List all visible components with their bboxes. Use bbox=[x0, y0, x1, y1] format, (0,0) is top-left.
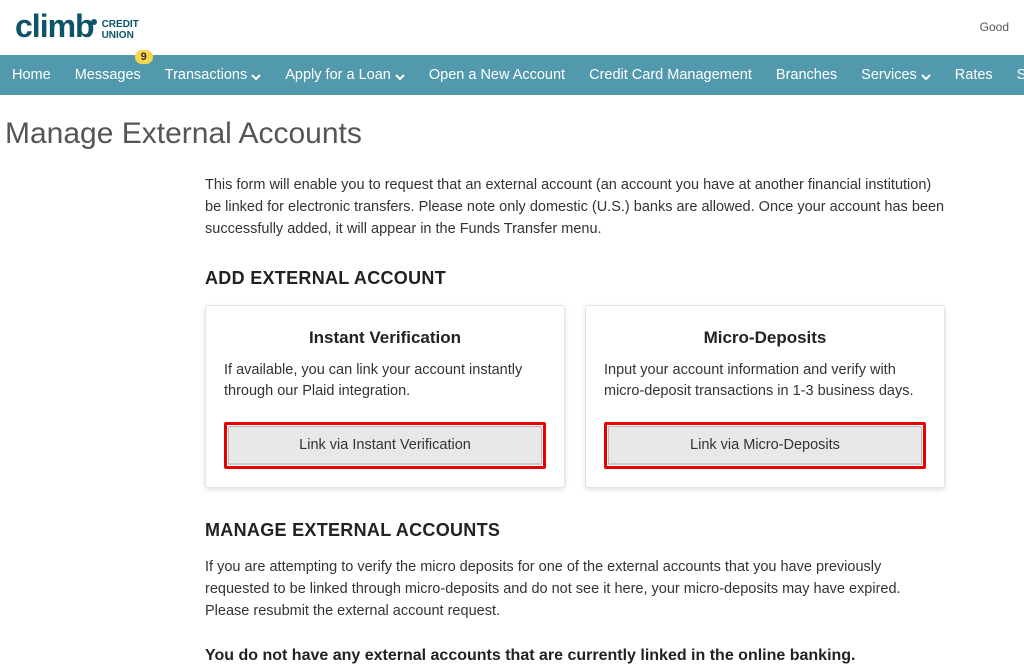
nav-credit-card[interactable]: Credit Card Management bbox=[577, 55, 764, 95]
greeting-text: Good bbox=[980, 20, 1009, 34]
chevron-down-icon bbox=[395, 70, 405, 80]
chevron-down-icon bbox=[921, 70, 931, 80]
micro-deposits-card: Micro-Deposits Input your account inform… bbox=[585, 305, 945, 488]
intro-text: This form will enable you to request tha… bbox=[205, 175, 945, 240]
messages-badge: 9 bbox=[135, 50, 153, 64]
main-navbar: Home Messages 9 Transactions Apply for a… bbox=[0, 55, 1024, 95]
nav-messages[interactable]: Messages 9 bbox=[63, 55, 153, 95]
nav-transactions[interactable]: Transactions bbox=[153, 55, 273, 95]
nav-settings[interactable]: Settings bbox=[1005, 55, 1024, 95]
add-external-heading: ADD EXTERNAL ACCOUNT bbox=[205, 268, 945, 289]
cards-row: Instant Verification If available, you c… bbox=[205, 305, 945, 488]
card-title: Instant Verification bbox=[224, 328, 546, 348]
main-content: This form will enable you to request tha… bbox=[205, 175, 965, 665]
nav-transactions-label: Transactions bbox=[165, 67, 247, 83]
card-description: Input your account information and verif… bbox=[604, 360, 926, 404]
nav-messages-label: Messages bbox=[75, 67, 141, 83]
button-highlight: Link via Instant Verification bbox=[224, 422, 546, 469]
instant-verification-card: Instant Verification If available, you c… bbox=[205, 305, 565, 488]
nav-open-account[interactable]: Open a New Account bbox=[417, 55, 577, 95]
button-highlight: Link via Micro-Deposits bbox=[604, 422, 926, 469]
nav-services-label: Services bbox=[861, 67, 917, 83]
nav-services[interactable]: Services bbox=[849, 55, 943, 95]
nav-branches[interactable]: Branches bbox=[764, 55, 849, 95]
nav-apply-loan[interactable]: Apply for a Loan bbox=[273, 55, 417, 95]
nav-settings-label: Settings bbox=[1017, 67, 1024, 83]
logo-text: climb bbox=[15, 8, 97, 45]
link-instant-verification-button[interactable]: Link via Instant Verification bbox=[228, 426, 542, 465]
chevron-down-icon bbox=[251, 70, 261, 80]
no-accounts-message: You do not have any external accounts th… bbox=[205, 647, 945, 665]
logo[interactable]: climb CREDIT UNION bbox=[15, 8, 139, 45]
logo-subtitle: CREDIT UNION bbox=[102, 19, 139, 41]
header: climb CREDIT UNION Good bbox=[0, 0, 1024, 55]
nav-home[interactable]: Home bbox=[0, 55, 63, 95]
card-description: If available, you can link your account … bbox=[224, 360, 546, 404]
nav-apply-loan-label: Apply for a Loan bbox=[285, 67, 391, 83]
manage-description: If you are attempting to verify the micr… bbox=[205, 557, 945, 622]
nav-rates[interactable]: Rates bbox=[943, 55, 1005, 95]
card-title: Micro-Deposits bbox=[604, 328, 926, 348]
manage-external-heading: MANAGE EXTERNAL ACCOUNTS bbox=[205, 520, 945, 541]
page-title: Manage External Accounts bbox=[0, 95, 1024, 175]
link-micro-deposits-button[interactable]: Link via Micro-Deposits bbox=[608, 426, 922, 465]
